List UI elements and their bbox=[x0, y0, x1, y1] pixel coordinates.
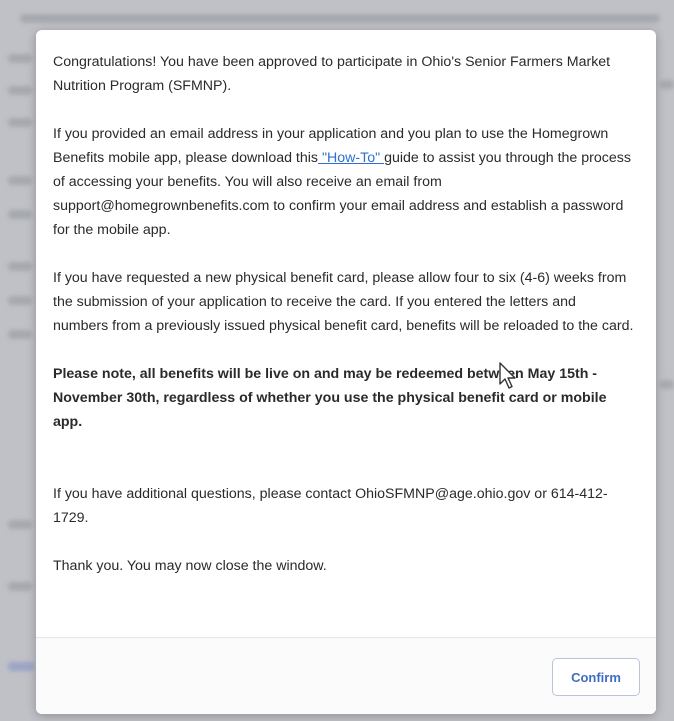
background-text-line bbox=[8, 262, 32, 271]
email-instructions-paragraph: If you provided an email address in your… bbox=[53, 122, 634, 242]
benefit-card-paragraph: If you have requested a new physical ben… bbox=[53, 270, 634, 334]
background-text-line bbox=[20, 14, 660, 23]
background-text-line bbox=[8, 176, 32, 185]
background-text-line bbox=[8, 86, 32, 95]
how-to-guide-link[interactable]: "How-To" bbox=[318, 150, 384, 166]
background-text-line bbox=[8, 582, 32, 591]
contact-paragraph: If you have additional questions, please… bbox=[53, 486, 608, 526]
congratulations-message: Congratulations! You have been approved … bbox=[53, 54, 611, 94]
background-text-line bbox=[8, 210, 32, 219]
dialog-footer: Confirm bbox=[36, 637, 656, 714]
background-text-line bbox=[8, 296, 32, 305]
benefits-dates-note: Please note, all benefits will be live o… bbox=[53, 366, 607, 430]
closing-message: Thank you. You may now close the window. bbox=[53, 558, 327, 574]
dialog-body: Congratulations! You have been approved … bbox=[36, 30, 656, 638]
background-text-line bbox=[8, 118, 32, 127]
mouse-pointer-icon bbox=[499, 362, 516, 389]
background-text-line bbox=[8, 520, 32, 529]
confirm-button[interactable]: Confirm bbox=[552, 658, 640, 696]
background-text-line bbox=[660, 380, 674, 389]
background-text-line bbox=[8, 330, 32, 339]
background-link-line bbox=[8, 662, 34, 671]
background-text-line bbox=[8, 54, 32, 63]
approval-dialog: Congratulations! You have been approved … bbox=[36, 30, 656, 714]
background-text-line bbox=[660, 80, 674, 89]
